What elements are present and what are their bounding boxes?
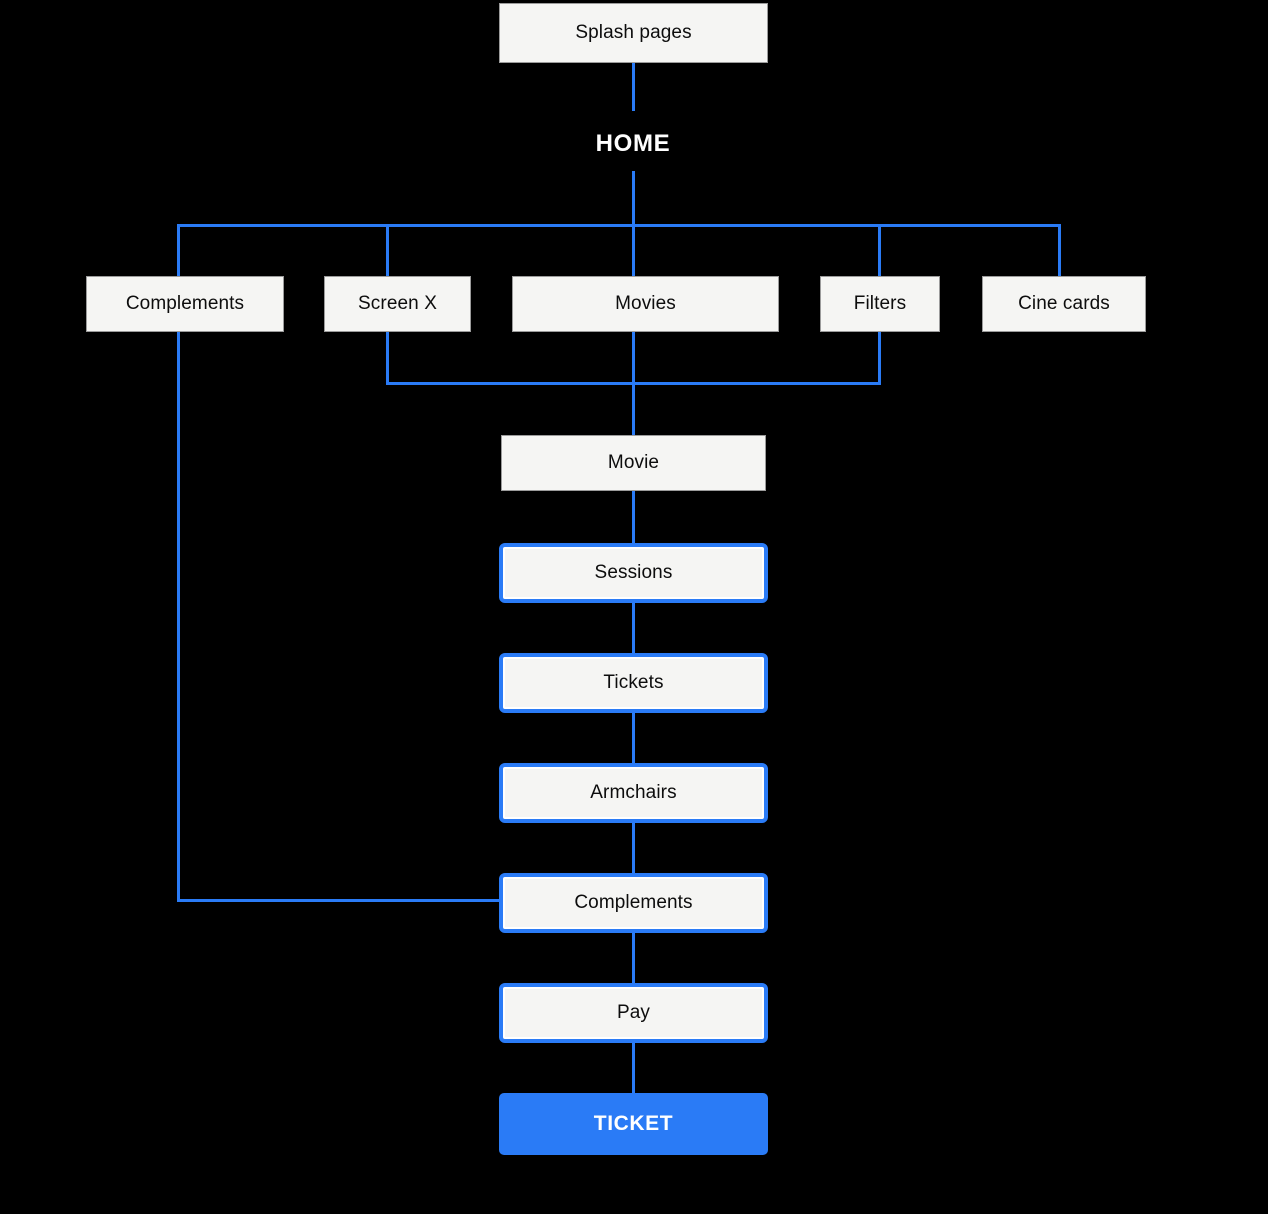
node-splash-pages-label: Splash pages [575,22,692,43]
connector-home-to-bus [632,171,635,227]
connector-filters-down [878,330,881,385]
connector-movie-to-sessions [632,490,635,546]
node-complements-top[interactable]: Complements [86,276,284,332]
node-ticket-label: TICKET [593,1112,674,1135]
node-cine-cards[interactable]: Cine cards [982,276,1146,332]
node-ticket[interactable]: TICKET [499,1093,768,1155]
node-home-label: HOME [533,128,733,160]
node-movie[interactable]: Movie [501,435,766,491]
node-movies-label: Movies [615,293,676,314]
node-sessions[interactable]: Sessions [499,543,768,603]
connector-complements-left-rail [177,330,180,902]
connector-complements-left-rail-join [177,899,503,902]
node-complements-flow-label: Complements [574,892,693,913]
node-filters[interactable]: Filters [820,276,940,332]
node-screen-x-label: Screen X [358,293,437,314]
connector-complements-to-pay [632,930,635,986]
node-tickets-label: Tickets [603,672,664,693]
node-complements-flow[interactable]: Complements [499,873,768,933]
node-screen-x[interactable]: Screen X [324,276,471,332]
node-sessions-label: Sessions [594,562,673,583]
connector-bus-to-cinecards [1058,224,1061,278]
connector-armchairs-to-complements [632,820,635,876]
node-pay[interactable]: Pay [499,983,768,1043]
connector-splash-to-home [632,63,635,111]
connector-top-bus [177,224,1061,227]
connector-bus-to-screenx [386,224,389,278]
connector-tickets-to-armchairs [632,710,635,766]
node-armchairs[interactable]: Armchairs [499,763,768,823]
node-complements-top-label: Complements [125,293,245,314]
node-pay-label: Pay [616,1002,651,1023]
node-cine-cards-label: Cine cards [1018,293,1110,314]
connector-screenx-down [386,330,389,385]
node-filters-label: Filters [853,293,907,314]
home-text: HOME [595,130,671,157]
node-tickets[interactable]: Tickets [499,653,768,713]
connector-pay-to-ticket [632,1040,635,1096]
node-armchairs-label: Armchairs [590,782,677,803]
node-splash-pages[interactable]: Splash pages [499,3,768,63]
connector-movies-to-movie [632,330,635,437]
flowchart-canvas: Splash pages HOME Complements Screen X M… [0,0,1268,1214]
connector-bus-to-complements-top [177,224,180,278]
connector-bus-to-movies [632,224,635,278]
connector-sessions-to-tickets [632,600,635,656]
node-movies[interactable]: Movies [512,276,779,332]
node-movie-label: Movie [607,452,660,473]
connector-bus-to-filters [878,224,881,278]
